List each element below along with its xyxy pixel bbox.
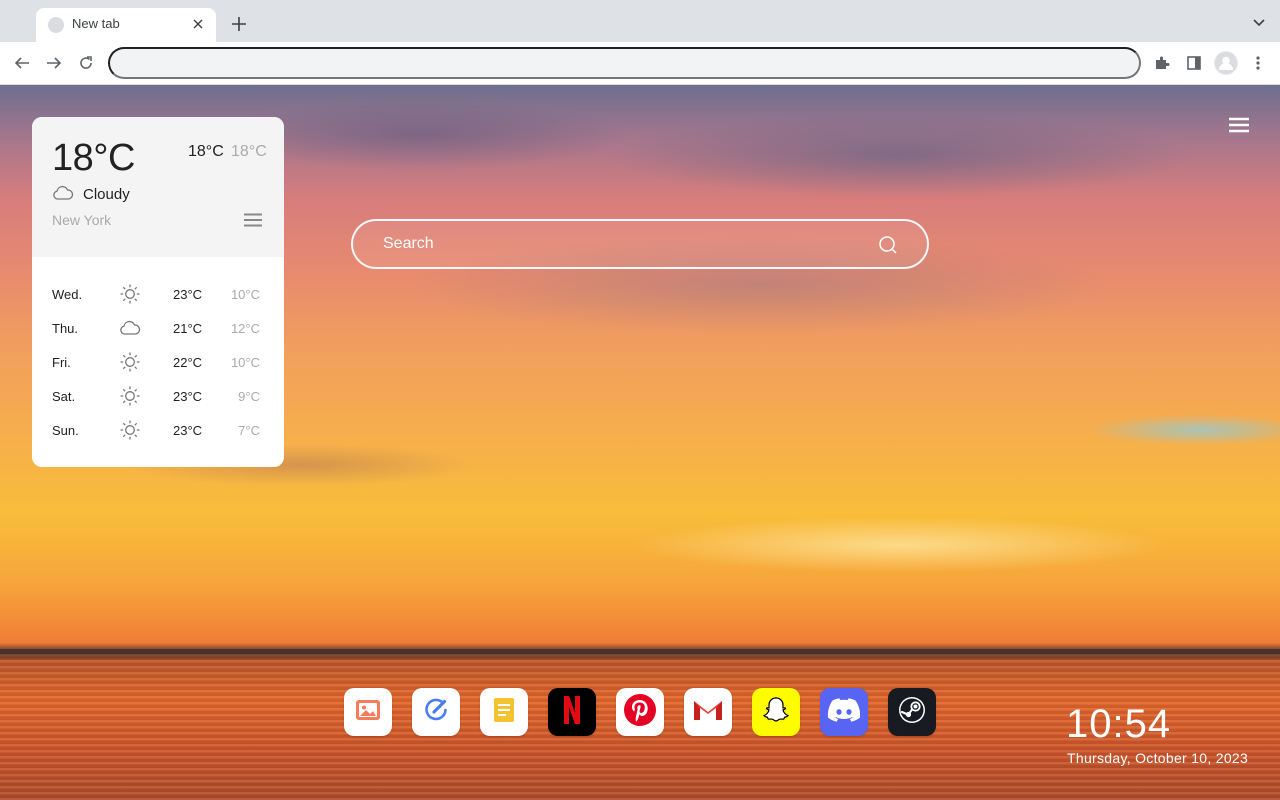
note-icon [493, 697, 515, 728]
new-tab-page: 18°C 18°C 18°C Cloudy New York Wed. 23°C… [0, 85, 1280, 800]
forecast-low: 10°C [230, 287, 260, 302]
chevron-down-icon[interactable] [1250, 14, 1268, 32]
netflix-icon [562, 695, 582, 730]
app-steam[interactable] [888, 688, 936, 736]
forecast-day: Sun. [52, 423, 79, 438]
forecast-low: 12°C [230, 321, 260, 336]
forecast-low: 7°C [238, 423, 260, 438]
back-button[interactable] [11, 52, 33, 74]
today-low: 18°C [231, 143, 267, 160]
forecast-row: Sun. 23°C 7°C [32, 413, 284, 447]
forecast-low: 10°C [230, 355, 260, 370]
tab-title: New tab [72, 16, 120, 31]
forecast-row: Wed. 23°C 10°C [32, 277, 284, 311]
forecast-row: Thu. 21°C 12°C [32, 311, 284, 345]
forecast-day: Wed. [52, 287, 83, 302]
photo-icon [355, 699, 381, 726]
app-snapchat[interactable] [752, 688, 800, 736]
tab-favicon [48, 17, 64, 33]
app-photos[interactable] [344, 688, 392, 736]
search-icon[interactable] [878, 235, 898, 255]
sun-icon [119, 283, 141, 305]
cloud-icon [52, 185, 74, 201]
sun-icon [119, 419, 141, 441]
weather-city: New York [52, 212, 112, 228]
forecast-low: 9°C [238, 389, 260, 404]
cloud-icon [119, 317, 141, 339]
clock-time: 10:54 [1066, 702, 1172, 746]
forecast-day: Sat. [52, 389, 76, 404]
profile-avatar[interactable] [1214, 51, 1238, 75]
forecast-row: Fri. 22°C 10°C [32, 345, 284, 379]
close-icon[interactable] [188, 14, 208, 34]
app-gmail[interactable] [684, 688, 732, 736]
new-tab-button[interactable] [228, 13, 250, 35]
app-tasks[interactable] [412, 688, 460, 736]
app-notes[interactable] [480, 688, 528, 736]
menu-icon[interactable] [1229, 117, 1249, 133]
forward-button[interactable] [43, 52, 65, 74]
forecast-high: 23°C [173, 423, 203, 438]
check-pen-icon [423, 697, 449, 728]
reload-button[interactable] [75, 52, 97, 74]
snapchat-icon [761, 695, 791, 730]
app-netflix[interactable] [548, 688, 596, 736]
weather-current: 18°C 18°C 18°C Cloudy New York [32, 117, 284, 257]
sun-icon [119, 351, 141, 373]
address-bar[interactable] [108, 47, 1141, 79]
app-discord[interactable] [820, 688, 868, 736]
discord-icon [827, 697, 861, 728]
forecast-row: Sat. 23°C 9°C [32, 379, 284, 413]
sun-icon [119, 385, 141, 407]
forecast-high: 23°C [173, 389, 203, 404]
more-vert-icon[interactable] [1246, 51, 1270, 75]
forecast-day: Thu. [52, 321, 79, 336]
side-panel-icon[interactable] [1182, 51, 1206, 75]
pinterest-icon [623, 693, 657, 732]
search-input[interactable] [383, 232, 863, 256]
forecast-high: 22°C [173, 355, 203, 370]
steam-icon [897, 695, 927, 730]
app-pinterest[interactable] [616, 688, 664, 736]
weather-condition: Cloudy [83, 186, 130, 203]
today-high: 18°C [188, 143, 224, 160]
weather-widget[interactable]: 18°C 18°C 18°C Cloudy New York Wed. 23°C… [32, 117, 284, 467]
forecast-high: 23°C [173, 287, 203, 302]
browser-toolbar [0, 42, 1280, 85]
clock-date: Thursday, October 10, 2023 [1067, 750, 1249, 766]
search-bar[interactable] [351, 219, 929, 269]
tab-strip: New tab [0, 0, 1280, 42]
tab-new-tab[interactable]: New tab [36, 8, 216, 42]
gmail-icon [692, 698, 724, 727]
forecast-day: Fri. [52, 355, 71, 370]
extensions-icon[interactable] [1150, 51, 1174, 75]
current-temperature: 18°C [52, 137, 135, 179]
weather-menu-icon[interactable] [244, 213, 262, 227]
forecast-high: 21°C [173, 321, 203, 336]
